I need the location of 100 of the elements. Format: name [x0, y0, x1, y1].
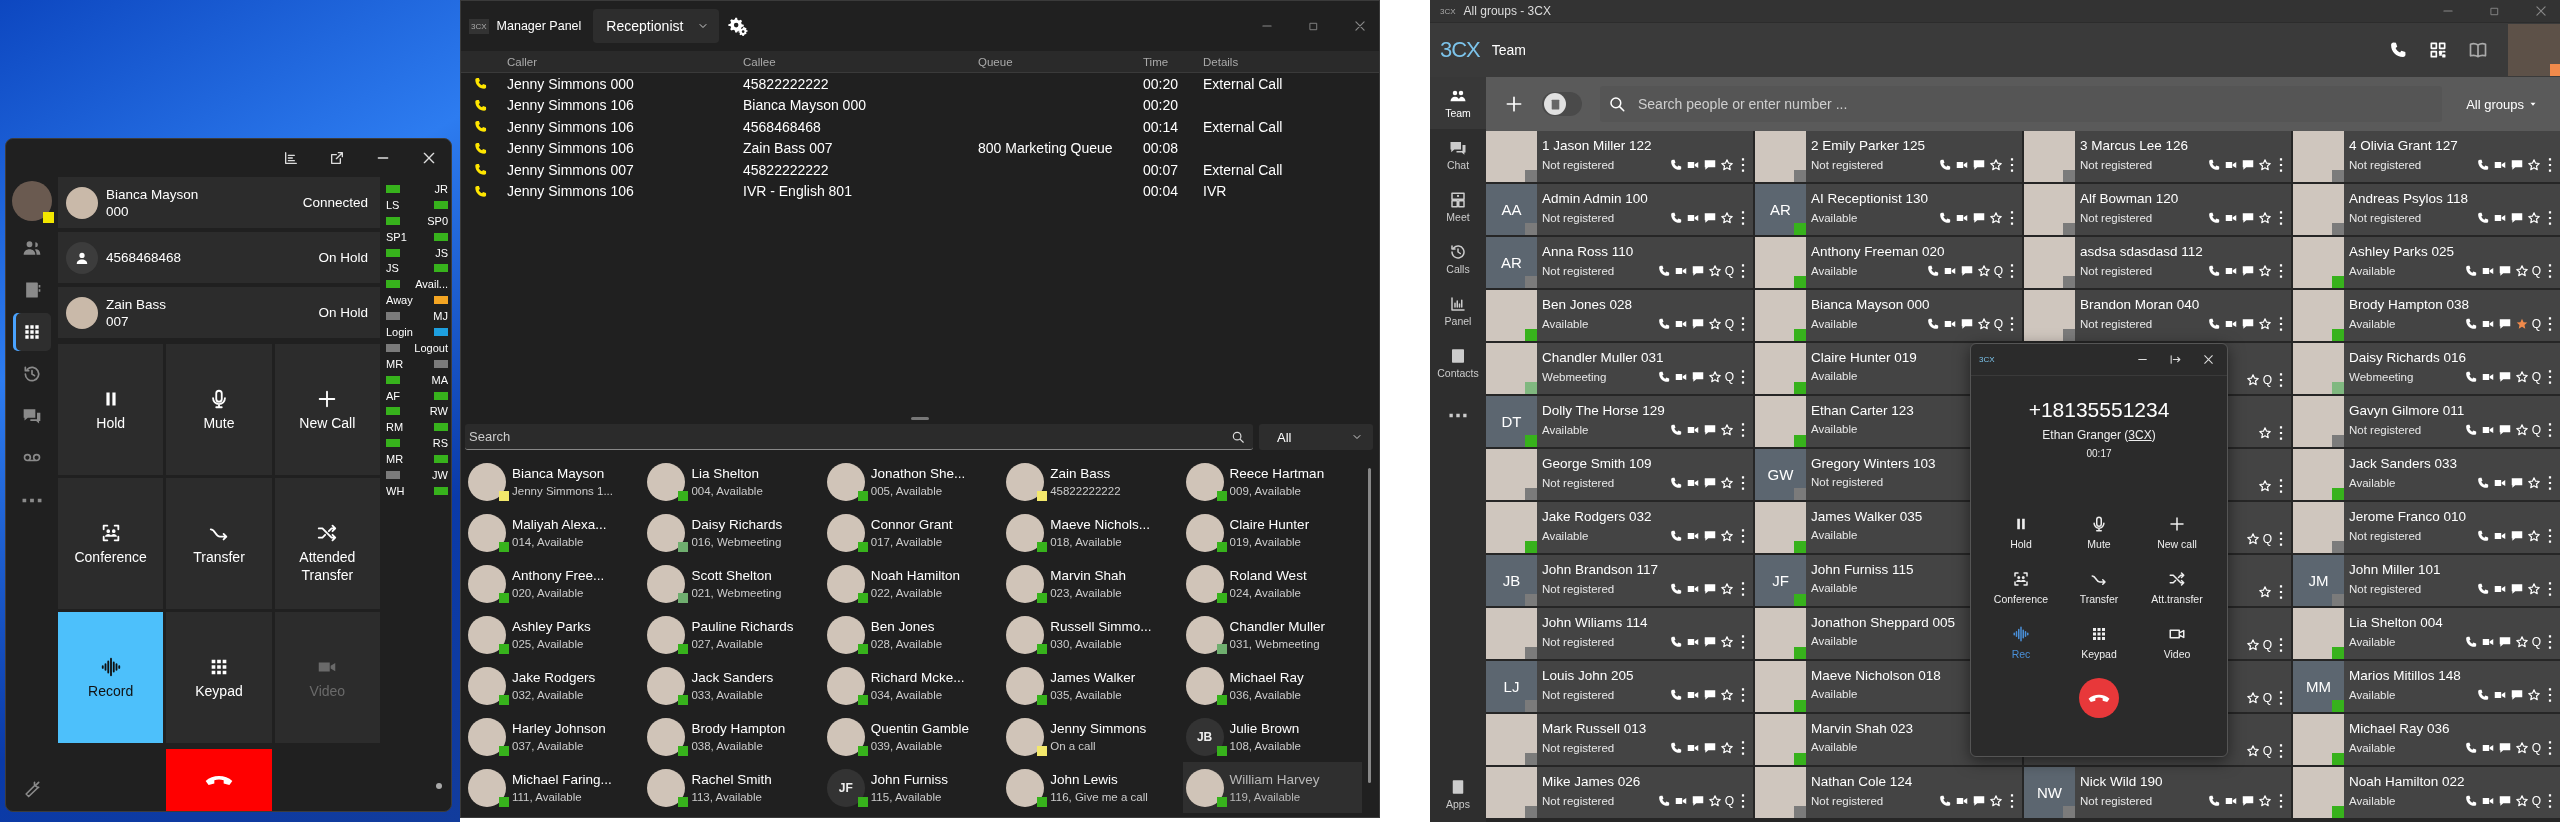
star-icon[interactable] [2245, 691, 2260, 705]
phone-icon[interactable] [1669, 635, 1683, 649]
chart-icon[interactable] [283, 150, 299, 166]
phone-icon[interactable] [2207, 794, 2221, 808]
contact-item[interactable]: Pauline Richards 027, Available [644, 609, 824, 660]
chat-icon[interactable] [1972, 794, 1986, 808]
contact-item[interactable]: JF John Furniss 115, Available [823, 762, 1004, 813]
popout-icon[interactable] [329, 150, 345, 166]
star-icon[interactable] [2258, 211, 2272, 225]
contact-card[interactable]: Jerome Franco 010 Not registered [2293, 502, 2560, 553]
hold-button[interactable]: Hold [58, 344, 164, 475]
chat-icon[interactable] [2510, 529, 2524, 543]
chat-icon[interactable] [2497, 317, 2512, 331]
chat-icon[interactable] [2510, 582, 2524, 596]
contact-card[interactable]: John Wiliams 114 Not registered [1486, 608, 1753, 659]
contact-card[interactable]: Mark Russell 013 Not registered [1486, 714, 1753, 765]
contact-item[interactable]: Jenny Simmons On a call [1003, 711, 1183, 762]
contact-card[interactable]: Jack Sanders 033 Available [2293, 449, 2560, 500]
contact-card[interactable]: DT Dolly The Horse 129 Available [1486, 396, 1753, 447]
contact-item[interactable]: Harley Johnson 037, Available [465, 711, 645, 762]
star-icon[interactable] [2527, 476, 2541, 490]
star-icon[interactable] [1989, 158, 2003, 172]
chat-icon[interactable] [2497, 264, 2512, 278]
more-options-icon[interactable] [2279, 638, 2283, 652]
column-header[interactable]: Details [1203, 55, 1379, 68]
contact-item[interactable]: Ashley Parks 025, Available [465, 609, 645, 660]
contact-card[interactable]: Jake Rodgers 032 Available [1486, 502, 1753, 553]
column-header[interactable]: Time [1143, 55, 1203, 68]
contact-card[interactable]: Lia Shelton 004 Available Q [2293, 608, 2560, 659]
chat-icon[interactable] [1703, 688, 1717, 702]
chat-icon[interactable] [2241, 211, 2255, 225]
contact-card[interactable]: Brody Hampton 038 Available Q [2293, 290, 2560, 341]
star-icon[interactable] [2245, 373, 2260, 387]
plus-icon[interactable] [1504, 94, 1524, 114]
contact-item[interactable]: Brody Hampton 038, Available [644, 711, 824, 762]
more-options-icon[interactable] [2548, 529, 2552, 543]
phone-icon[interactable] [2207, 158, 2221, 172]
contact-item[interactable]: Rachel Smith 113, Available [644, 762, 824, 813]
nav-item[interactable]: Chat [1430, 129, 1486, 181]
star-icon[interactable] [2514, 370, 2529, 384]
chat-icon[interactable] [2510, 211, 2524, 225]
more-options-icon[interactable] [2279, 794, 2283, 808]
phone-icon[interactable] [1656, 317, 1671, 331]
contact-item[interactable]: William Harvey 119, Available [1182, 762, 1362, 813]
phone-icon[interactable] [2463, 794, 2478, 808]
star-icon[interactable] [1976, 317, 1991, 331]
book-icon[interactable] [2468, 40, 2488, 60]
phone-icon[interactable] [2463, 635, 2478, 649]
call-card[interactable]: 4568468468 On Hold [58, 232, 380, 283]
chat-icon[interactable] [2241, 794, 2255, 808]
more-options-icon[interactable] [2548, 317, 2552, 331]
star-icon[interactable] [1989, 211, 2003, 225]
contact-item[interactable]: Ben Jones 028, Available [823, 609, 1004, 660]
contact-card[interactable]: Michael Ray 036 Available Q [2293, 714, 2560, 765]
star-icon[interactable] [1989, 794, 2003, 808]
contact-card[interactable]: 3 Marcus Lee 126 Not registered [2024, 131, 2291, 182]
photo-placeholder[interactable] [12, 181, 52, 221]
contact-item[interactable]: Connor Grant 017, Available [823, 507, 1004, 558]
contact-item[interactable]: John Lewis 116, Give me a call [1003, 762, 1183, 813]
more-options-icon[interactable] [2548, 476, 2552, 490]
chat-icon[interactable] [1703, 582, 1717, 596]
contact-card[interactable]: AR Anna Ross 110 Not registered Q [1486, 237, 1753, 288]
star-icon[interactable] [1720, 423, 1734, 437]
phone-icon[interactable] [1938, 794, 1952, 808]
more-options-icon[interactable] [2279, 264, 2283, 278]
keypad-button[interactable]: Keypad [166, 612, 272, 743]
more-options-icon[interactable] [2548, 635, 2552, 649]
star-icon[interactable] [1707, 317, 1722, 331]
chat-icon[interactable] [2497, 635, 2512, 649]
more-options-icon[interactable] [1741, 582, 1745, 596]
contact-item[interactable]: Lia Shelton 004, Available [644, 456, 824, 507]
more-options-icon[interactable] [2279, 532, 2283, 546]
star-icon[interactable] [2258, 426, 2272, 440]
contact-item[interactable]: Michael Ray 036, Available [1182, 660, 1362, 711]
contact-card[interactable]: AR AI Receptionist 130 Available [1755, 184, 2022, 235]
contact-item[interactable]: James Walker 035, Available [1003, 660, 1183, 711]
star-icon[interactable] [2514, 423, 2529, 437]
chat-icon[interactable] [2510, 158, 2524, 172]
conference-button[interactable]: Conference [58, 478, 164, 609]
chat-icon[interactable] [2497, 370, 2512, 384]
star-icon[interactable] [1720, 211, 1734, 225]
transfer-button[interactable]: Transfer [2060, 560, 2138, 615]
newcall-button[interactable]: New Call [274, 344, 380, 475]
contact-card[interactable]: Anthony Freeman 020 Available Q [1755, 237, 2022, 288]
phone-icon[interactable] [1669, 529, 1683, 543]
contact-card[interactable]: George Smith 109 Not registered [1486, 449, 1753, 500]
phone-icon[interactable] [1925, 264, 1940, 278]
chat-icon[interactable] [1690, 370, 1705, 384]
search-bar[interactable]: Search people or enter number ... [1600, 86, 2443, 122]
more-options-icon[interactable] [2548, 370, 2552, 384]
contact-item[interactable]: Daisy Richards 016, Webmeeting [644, 507, 824, 558]
star-icon[interactable] [1720, 741, 1734, 755]
more-options-icon[interactable] [2010, 264, 2014, 278]
phone-icon[interactable] [2476, 529, 2490, 543]
phone-icon[interactable] [2388, 40, 2408, 60]
more-options-icon[interactable] [2279, 744, 2283, 758]
more-options-icon[interactable] [1741, 158, 1745, 172]
contact-card[interactable]: Chandler Muller 031 Webmeeting Q [1486, 343, 1753, 394]
contact-card[interactable]: Bianca Mayson 000 Available Q [1755, 290, 2022, 341]
newcall-button[interactable]: New call [2138, 505, 2216, 560]
